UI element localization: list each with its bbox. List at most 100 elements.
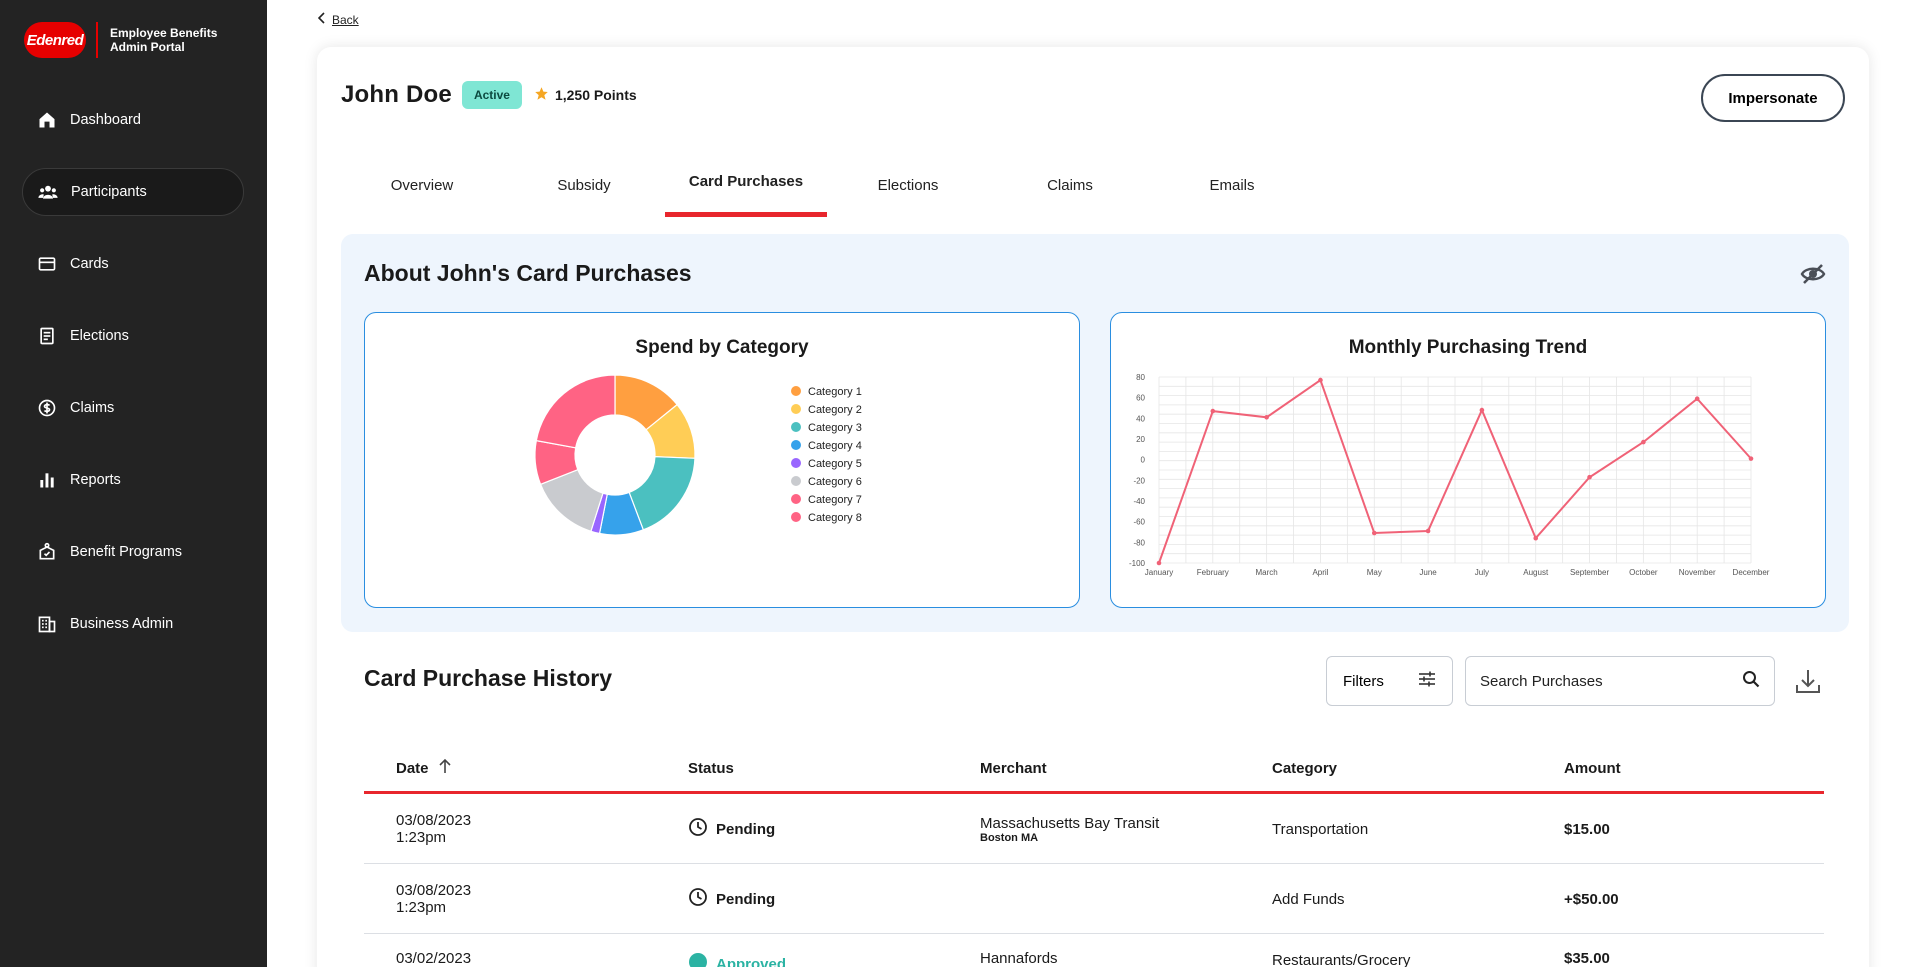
monthly-trend-chart: Monthly Purchasing Trend 80 60 40 20 0 -20 -40… [1110,312,1826,608]
data-point[interactable] [1641,439,1646,445]
search-icon[interactable] [1742,670,1760,693]
spend-by-category-chart: Spend by Category Category 1 Category 2 Ca… [364,312,1080,608]
sidebar-item-claims[interactable]: Claims [22,384,244,432]
y-tick-label: -80 [1133,538,1145,547]
sidebar-item-label: Reports [70,472,121,488]
x-tick-label: May [1367,568,1382,577]
sliders-icon [1418,671,1436,691]
legend-label: Category 4 [808,440,862,452]
row-status: Approved [688,934,786,967]
column-category: Category [1272,759,1338,777]
status-label: Approved [716,955,787,967]
tab-emails[interactable]: Emails [1151,165,1313,217]
legend-swatch [791,422,801,432]
column-date[interactable]: Date [396,758,451,778]
data-point[interactable] [1587,474,1592,480]
y-tick-label: -100 [1129,559,1146,568]
clock-icon [688,887,708,911]
legend-label: Category 8 [808,512,862,524]
card-icon [36,253,58,275]
legend-swatch [791,440,801,450]
y-tick-label: 20 [1136,435,1145,444]
y-tick-label: -40 [1133,497,1145,506]
x-tick-label: March [1256,568,1278,577]
legend-swatch [791,458,801,468]
legend-label: Category 1 [808,386,862,398]
y-tick-label: 40 [1136,414,1145,423]
sidebar-item-reports[interactable]: Reports [22,456,244,504]
eye-off-icon[interactable] [1799,260,1827,288]
legend-label: Category 6 [808,476,862,488]
sort-arrow-up-icon[interactable] [438,758,451,778]
impersonate-button[interactable]: Impersonate [1701,74,1845,122]
check-circle-icon [688,952,708,967]
row-time-value: 1:23pm [396,829,447,846]
legend-swatch [791,404,801,414]
edenred-logo[interactable]: Edenred [24,22,86,58]
sidebar-item-cards[interactable]: Cards [22,240,244,288]
tab-elections[interactable]: Elections [827,165,989,217]
sidebar-item-label: Elections [70,328,129,344]
amount-value: $15.00 [1564,820,1610,838]
points-display: 1,250 Points [534,86,637,104]
portal-title-line2: Admin Portal [110,40,185,54]
sidebar-item-benefit-programs[interactable]: Benefit Programs [22,528,244,576]
row-date: 03/08/2023 1:23pm [396,864,471,934]
tab-card-purchases[interactable]: Card Purchases [665,165,827,217]
back-label: Back [332,12,359,27]
tab-subsidy[interactable]: Subsidy [503,165,665,217]
data-point[interactable] [1156,560,1162,566]
row-status: Pending [688,864,775,934]
data-point[interactable] [1264,415,1269,420]
donut-slice[interactable] [535,374,616,449]
data-point[interactable] [1371,530,1377,536]
clock-icon [688,817,708,841]
tab-claims[interactable]: Claims [989,165,1151,217]
row-category: Add Funds [1272,864,1345,934]
table-row[interactable]: 03/02/2023 Approved Hannafords Restauran… [364,934,1824,967]
donut-chart: Category 1 Category 2 Category 3 Category 4… [534,374,862,536]
filters-button[interactable]: Filters [1326,656,1453,706]
column-status: Status [688,759,734,777]
sidebar-item-label: Claims [70,400,115,416]
merchant-location: Boston MA [980,831,1039,844]
sidebar-item-dashboard[interactable]: Dashboard [22,96,244,144]
data-point[interactable] [1533,535,1539,541]
document-icon [36,325,58,347]
participant-header: John Doe Active 1,250 Points [341,81,637,109]
sidebar-nav: Dashboard Participants Cards Elections C… [22,96,244,672]
category-value: Transportation [1272,820,1369,838]
x-tick-label: June [1419,568,1437,577]
bar-chart-icon [36,469,58,491]
search-box [1465,656,1775,706]
participant-card: John Doe Active 1,250 Points Impersonate… [317,47,1869,967]
sidebar-item-label: Dashboard [70,112,141,128]
data-point[interactable] [1318,377,1323,383]
download-icon[interactable] [1792,665,1824,697]
row-merchant: Hannafords [980,934,1058,967]
row-category: Restaurants/Grocery [1272,934,1410,967]
data-point[interactable] [1479,407,1485,413]
row-category: Transportation [1272,794,1368,864]
sidebar-item-elections[interactable]: Elections [22,312,244,360]
building-icon [36,613,58,635]
x-tick-label: October [1629,568,1658,577]
status-label: Pending [716,820,776,838]
x-tick-label: November [1679,568,1716,577]
data-point[interactable] [1210,408,1216,414]
legend-label: Category 3 [808,422,862,434]
status-badge: Active [461,81,522,109]
column-date-label: Date [396,759,429,777]
back-link[interactable]: Back [317,12,359,27]
sidebar-item-business-admin[interactable]: Business Admin [22,600,244,648]
table-row[interactable]: 03/08/2023 1:23pm Pending Add Funds +$50.… [364,864,1824,934]
sidebar-item-participants[interactable]: Participants [22,168,244,216]
data-point[interactable] [1425,528,1431,534]
data-point[interactable] [1748,456,1754,461]
sidebar-item-label: Participants [71,184,147,200]
search-input[interactable] [1480,672,1742,690]
table-row[interactable]: 03/08/2023 1:23pm Pending Massachusetts B… [364,794,1824,864]
data-point[interactable] [1694,396,1700,401]
chevron-left-icon [317,12,326,27]
tab-overview[interactable]: Overview [341,165,503,217]
